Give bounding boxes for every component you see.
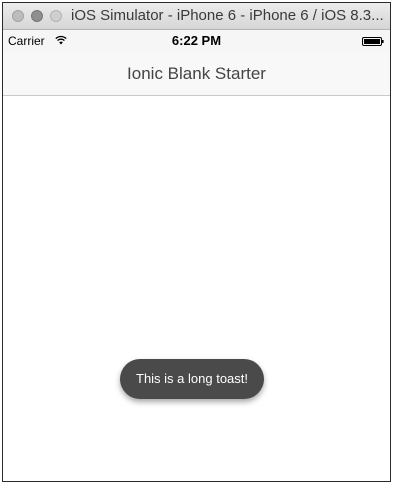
zoom-window-button[interactable]	[50, 10, 62, 22]
app-content: This is a long toast!	[3, 96, 390, 481]
toast-message[interactable]: This is a long toast!	[120, 359, 264, 399]
page-title: Ionic Blank Starter	[127, 64, 266, 83]
battery-icon	[362, 37, 384, 46]
ios-status-bar: Carrier 6:22 PM	[3, 30, 390, 52]
app-header: Ionic Blank Starter	[3, 52, 390, 96]
window-titlebar[interactable]: iOS Simulator - iPhone 6 - iPhone 6 / iO…	[3, 3, 390, 30]
status-time: 6:22 PM	[171, 33, 222, 48]
minimize-window-button[interactable]	[31, 10, 43, 22]
close-window-button[interactable]	[12, 10, 24, 22]
simulator-window: iOS Simulator - iPhone 6 - iPhone 6 / iO…	[2, 2, 391, 482]
window-title: iOS Simulator - iPhone 6 - iPhone 6 / iO…	[71, 7, 384, 24]
